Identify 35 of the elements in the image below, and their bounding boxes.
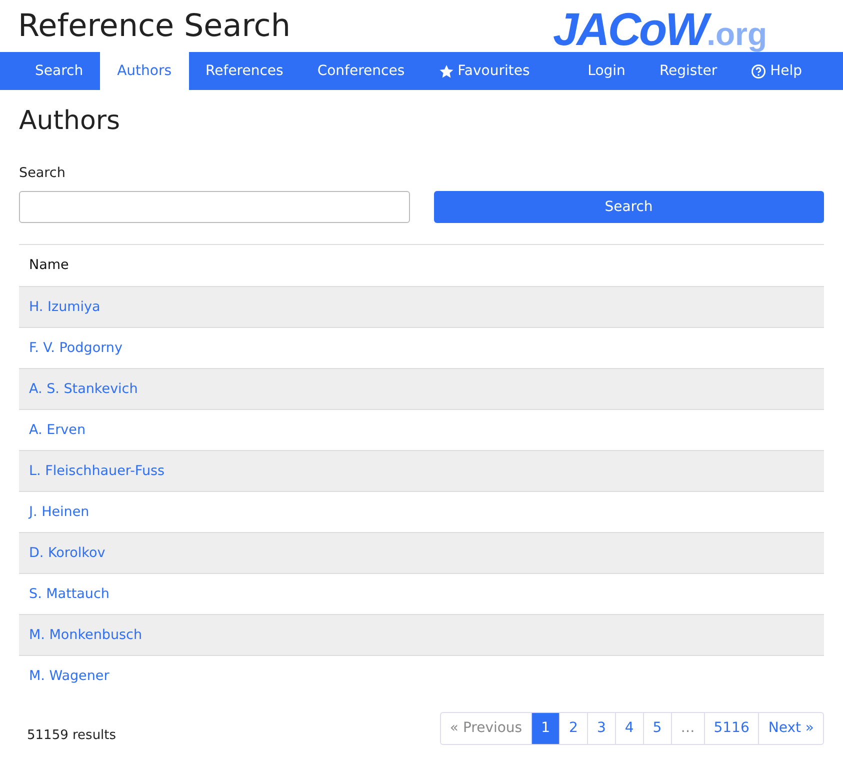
author-link[interactable]: M. Monkenbusch	[29, 626, 142, 643]
page-link[interactable]: 2	[559, 713, 587, 744]
section-heading: Authors	[19, 106, 122, 138]
logo[interactable]: JACoW.org	[553, 6, 767, 52]
author-link[interactable]: M. Wagener	[29, 668, 110, 684]
author-link[interactable]: L. Fleischhauer-Fuss	[29, 462, 165, 479]
nav-tab[interactable]: Conferences	[300, 52, 422, 90]
column-header: Name	[19, 244, 824, 286]
help-icon	[751, 64, 766, 78]
author-link[interactable]: S. Mattauch	[29, 586, 110, 602]
search-label: Search	[19, 164, 66, 184]
author-link[interactable]: F. V. Podgorny	[29, 340, 122, 356]
page-link[interactable]: 4	[614, 713, 643, 744]
author-link[interactable]: D. Korolkov	[29, 544, 106, 561]
page-link[interactable]: 5116	[704, 713, 758, 744]
page-link[interactable]: Next »	[758, 713, 823, 744]
nav-tab[interactable]: Register	[642, 52, 734, 90]
results-count: 51159 results	[27, 726, 116, 745]
search-button[interactable]: Search	[434, 191, 824, 224]
page-link[interactable]: 3	[586, 713, 615, 744]
star-icon	[438, 64, 454, 78]
nav-tab[interactable]: Authors	[100, 52, 189, 90]
author-link[interactable]: A. S. Stankevich	[29, 380, 138, 397]
nav-tab[interactable]: Help	[734, 52, 819, 90]
nav-tab[interactable]: References	[188, 52, 300, 90]
page-link[interactable]: 1	[531, 713, 560, 744]
nav-tab[interactable]: Favourites	[422, 52, 547, 90]
author-link[interactable]: A. Erven	[29, 422, 86, 438]
nav-tab[interactable]: Search	[18, 52, 100, 90]
search-field[interactable]	[19, 191, 410, 224]
page-link[interactable]: 5	[642, 713, 671, 744]
page-title: Reference Search	[18, 10, 290, 42]
author-link[interactable]: H. Izumiya	[29, 298, 100, 315]
author-link[interactable]: J. Heinen	[29, 504, 90, 520]
nav-tab[interactable]: Login	[570, 52, 642, 90]
